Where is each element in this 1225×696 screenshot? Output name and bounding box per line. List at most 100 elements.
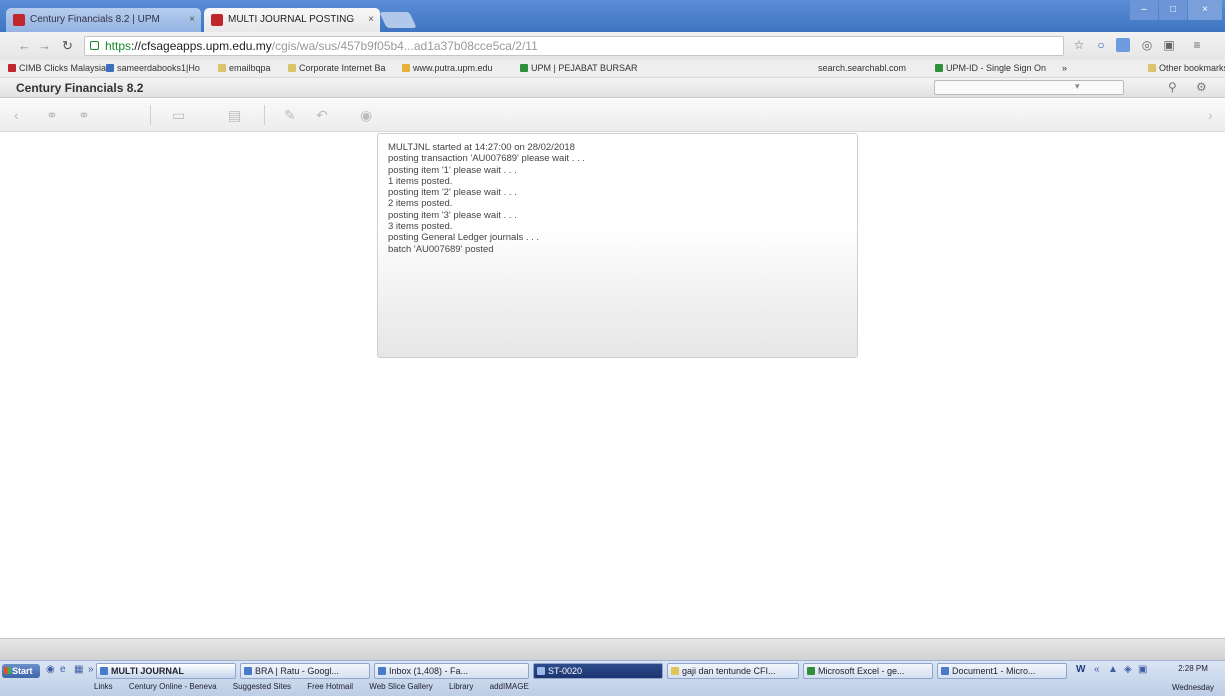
bookmark-icon: [935, 64, 943, 72]
log-line: MULTJNL started at 14:27:00 on 28/02/201…: [388, 142, 575, 153]
log-line: posting item '1' please wait . . .: [388, 164, 517, 176]
tab-close-icon[interactable]: ×: [189, 8, 195, 32]
bookmark-item[interactable]: emailbqpa: [218, 63, 271, 73]
links-label: Links: [94, 682, 113, 691]
quicklaunch-chrome-icon[interactable]: ◉: [46, 664, 55, 675]
tray-monitor-icon[interactable]: ▣: [1138, 664, 1147, 675]
bookmark-item[interactable]: UPM | PEJABAT BURSAR: [520, 63, 638, 73]
tray-app-icon[interactable]: W: [1076, 664, 1085, 675]
quicklaunch-explorer-icon[interactable]: ▦: [74, 664, 83, 675]
folder-icon: [671, 667, 679, 675]
minimize-button[interactable]: –: [1130, 0, 1158, 20]
bookmark-icon: [402, 64, 410, 72]
reload-icon[interactable]: ↻: [62, 38, 73, 54]
excel-icon: [807, 667, 815, 675]
bookmark-item[interactable]: www.putra.upm.edu: [402, 63, 493, 73]
star-icon[interactable]: ☆: [1072, 38, 1086, 52]
taskbar-task[interactable]: Document1 - Micro...: [937, 663, 1067, 679]
link-item[interactable]: Suggested Sites: [233, 682, 291, 691]
quicklaunch-overflow-icon[interactable]: »: [88, 664, 94, 675]
undo-icon[interactable]: ↶: [316, 107, 328, 124]
address-bar[interactable]: https://cfsageapps.upm.edu.my/cgis/wa/su…: [84, 36, 1064, 56]
log-line: posting General Ledger journals . . .: [388, 232, 540, 244]
settings-icon[interactable]: ⚙: [1196, 80, 1207, 94]
search-icon[interactable]: ⚲: [1168, 80, 1177, 94]
taskbar-task[interactable]: gaji dan tentunde CFI...: [667, 663, 799, 679]
link-item[interactable]: Free Hotmail: [307, 682, 353, 691]
start-button[interactable]: Start: [2, 664, 40, 678]
volume-icon[interactable]: ◈: [1124, 664, 1132, 675]
quicklaunch-ie-icon[interactable]: e: [60, 664, 66, 675]
save-icon[interactable]: ▤: [228, 107, 241, 124]
tray-expand-icon[interactable]: «: [1094, 664, 1100, 675]
log-line: posting item '2' please wait . . .: [388, 187, 517, 199]
log-line: posting item '3' please wait . . .: [388, 209, 517, 221]
folder-icon: [218, 64, 226, 72]
bookmark-item[interactable]: UPM-ID - Single Sign On: [935, 63, 1046, 73]
tab-label: MULTI JOURNAL POSTING: [228, 14, 355, 25]
link-item[interactable]: Library: [449, 682, 473, 691]
maximize-button[interactable]: □: [1159, 0, 1187, 20]
dropdown-arrow-icon[interactable]: ▾: [1075, 81, 1080, 92]
network-icon[interactable]: ▲: [1108, 664, 1118, 675]
forward-arrow-icon[interactable]: →: [38, 38, 51, 53]
clock-time: 2:28 PM: [1178, 664, 1208, 673]
link-item[interactable]: Century Online - Beneva: [129, 682, 217, 691]
clock-day: Wednesday: [1171, 683, 1215, 692]
bookmark-item[interactable]: search.searchabl.com: [818, 63, 906, 73]
link-item[interactable]: addIMAGE: [490, 682, 529, 691]
log-line: 3 items posted.: [388, 221, 453, 233]
taskbar-task[interactable]: Microsoft Excel - ge...: [803, 663, 933, 679]
taskbar-task[interactable]: ST-0020: [533, 663, 663, 679]
app-header: Century Financials 8.2 ▾ ⚲ ⚙: [0, 78, 1225, 98]
binoculars-icon[interactable]: ⚭: [46, 107, 58, 124]
bookmarks-bar: CIMB Clicks Malaysia sameerdabooks1|Ho e…: [0, 60, 1225, 78]
taskbar-task[interactable]: Inbox (1,408) - Fa...: [374, 663, 529, 679]
tab-favicon-icon: [13, 14, 25, 26]
log-line: 2 items posted.: [388, 198, 453, 210]
new-icon[interactable]: ▭: [172, 107, 185, 124]
extension-icon[interactable]: ◎: [1140, 38, 1154, 52]
taskbar-clock[interactable]: 2:28 PM: [1168, 664, 1218, 673]
bookmark-icon: [106, 64, 114, 72]
extension-icon[interactable]: [1116, 38, 1130, 52]
browser-tab-multi-journal-posting[interactable]: MULTI JOURNAL POSTING ×: [204, 8, 380, 32]
url-path: /cgis/wa/sus/457b9f05b4...ad1a37b08cce5c…: [271, 39, 538, 53]
app-title: Century Financials 8.2: [16, 81, 144, 95]
windows-taskbar: Start ◉ e ▦ » MULTI JOURNAL BRA | Ratu -…: [0, 660, 1225, 696]
bookmark-item[interactable]: Corporate Internet Ba: [288, 63, 386, 73]
log-line: posting transaction 'AU007689' please wa…: [388, 153, 585, 165]
chrome-icon: [378, 667, 386, 675]
folder-icon: [288, 64, 296, 72]
previous-icon[interactable]: ‹: [14, 107, 19, 123]
bookmark-overflow-icon[interactable]: »: [1062, 63, 1067, 73]
close-window-button[interactable]: ×: [1188, 0, 1222, 20]
taskbar-task[interactable]: MULTI JOURNAL: [96, 663, 236, 679]
posting-log-panel: MULTJNL started at 14:27:00 on 28/02/201…: [377, 133, 858, 358]
app-search-field[interactable]: ▾: [934, 80, 1124, 95]
new-tab-button[interactable]: [379, 12, 417, 28]
bookmark-icon: [8, 64, 16, 72]
bookmark-item[interactable]: CIMB Clicks Malaysia: [8, 63, 106, 73]
back-arrow-icon[interactable]: ←: [18, 38, 31, 53]
bookmark-item[interactable]: Other bookmarks: [1148, 63, 1225, 73]
link-item[interactable]: Web Slice Gallery: [369, 682, 432, 691]
app-status-bar: [0, 638, 1225, 660]
help-icon[interactable]: ◉: [360, 107, 372, 124]
menu-icon[interactable]: ≡: [1190, 38, 1204, 52]
bookmark-item[interactable]: sameerdabooks1|Ho: [106, 63, 200, 73]
find-icon[interactable]: ⚭: [78, 107, 90, 124]
lock-icon: [90, 41, 99, 50]
extension-icon[interactable]: ▣: [1162, 38, 1176, 52]
browser-tab-century-financials[interactable]: Century Financials 8.2 | UPM ×: [6, 8, 201, 32]
chrome-icon: [100, 667, 108, 675]
folder-icon: [1148, 64, 1156, 72]
tab-close-icon[interactable]: ×: [368, 8, 374, 32]
browser-tab-strip: Century Financials 8.2 | UPM × MULTI JOU…: [0, 0, 1225, 32]
log-line: 1 items posted.: [388, 175, 453, 187]
extension-icon[interactable]: ○: [1094, 38, 1108, 52]
log-line: batch 'AU007689' posted: [388, 243, 494, 255]
next-icon[interactable]: ›: [1208, 107, 1213, 123]
edit-icon[interactable]: ✎: [284, 107, 296, 124]
taskbar-task[interactable]: BRA | Ratu - Googl...: [240, 663, 370, 679]
